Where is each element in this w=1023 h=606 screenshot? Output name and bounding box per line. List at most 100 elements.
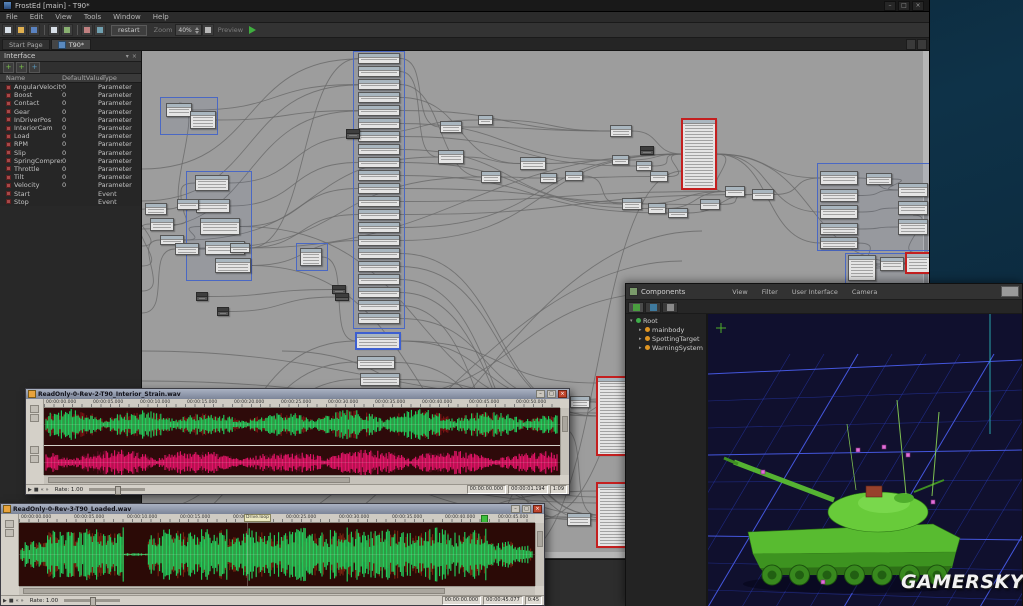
graph-node[interactable] <box>906 253 929 273</box>
gizmo-marker[interactable] <box>882 445 886 449</box>
graph-node[interactable] <box>440 121 462 133</box>
graph-node[interactable] <box>567 513 591 526</box>
graph-node[interactable] <box>166 103 192 117</box>
graph-node[interactable] <box>438 150 464 164</box>
graph-node[interactable] <box>540 173 557 183</box>
interface-row[interactable]: SpringCompression0Parameter <box>0 157 141 165</box>
graph-node[interactable] <box>358 53 400 64</box>
components-panel-button[interactable] <box>1001 286 1019 297</box>
menu-view[interactable]: View <box>49 13 78 21</box>
graph-node[interactable] <box>358 131 400 142</box>
toolbar-icon-2[interactable] <box>15 24 27 36</box>
graph-node[interactable] <box>358 144 400 155</box>
graph-node[interactable] <box>622 198 642 210</box>
graph-node[interactable] <box>700 199 720 210</box>
components-menu-filter[interactable]: Filter <box>755 288 785 296</box>
graph-node[interactable] <box>880 257 904 271</box>
components-menu-camera[interactable]: Camera <box>845 288 885 296</box>
graph-node[interactable] <box>360 373 400 386</box>
interface-row[interactable]: Throttle0Parameter <box>0 165 141 173</box>
panel-close-icon[interactable]: × <box>132 53 137 60</box>
graph-node[interactable] <box>358 196 400 207</box>
slider-thumb[interactable] <box>90 597 96 606</box>
graph-node[interactable] <box>150 218 174 231</box>
graph-node[interactable] <box>195 175 229 191</box>
graph-node[interactable] <box>346 129 360 139</box>
interface-row[interactable]: AngularVelocity0Parameter <box>0 83 141 91</box>
audio1-vscrollbar[interactable] <box>560 408 569 475</box>
audio1-rate-slider[interactable] <box>89 488 145 491</box>
toolbar-icon-4[interactable] <box>48 24 60 36</box>
graph-node[interactable] <box>217 307 229 316</box>
components-tab-2[interactable] <box>645 302 661 313</box>
zoom-select[interactable]: 40% <box>175 24 201 36</box>
graph-node[interactable] <box>898 219 928 235</box>
menu-edit[interactable]: Edit <box>24 13 50 21</box>
interface-row[interactable]: StopEvent <box>0 198 141 206</box>
interface-row[interactable]: Contact0Parameter <box>0 99 141 107</box>
scrollbar-thumb[interactable] <box>537 531 543 547</box>
components-tab-1[interactable] <box>628 302 644 313</box>
channel-mute-button[interactable] <box>30 455 39 463</box>
graph-node[interactable] <box>196 199 230 213</box>
channel-mute-button[interactable] <box>30 414 39 422</box>
gizmo-marker[interactable] <box>906 453 910 457</box>
scrollbar-thumb[interactable] <box>48 477 350 483</box>
graph-node[interactable] <box>357 356 395 369</box>
graph-node[interactable] <box>358 235 400 246</box>
gizmo-marker[interactable] <box>931 500 935 504</box>
tree-item-mainbody[interactable]: ▸mainbody <box>626 325 706 334</box>
graph-node[interactable] <box>356 333 400 349</box>
minimize-button[interactable]: – <box>884 1 896 11</box>
menu-window[interactable]: Window <box>107 13 147 21</box>
components-menu-view[interactable]: View <box>725 288 754 296</box>
restart-button[interactable]: restart <box>111 25 147 36</box>
menu-tools[interactable]: Tools <box>78 13 107 21</box>
graph-node[interactable] <box>300 248 322 266</box>
graph-node[interactable] <box>358 79 400 90</box>
close-button[interactable]: × <box>912 1 924 11</box>
interface-row[interactable]: StartEvent <box>0 189 141 197</box>
interface-panel-titlebar[interactable]: Interface ▾ × <box>0 51 141 62</box>
gizmo-marker[interactable] <box>761 470 765 474</box>
play-icon[interactable]: ▶ <box>3 597 7 605</box>
toolbar-icon-8[interactable] <box>202 24 214 36</box>
audio2-ruler[interactable]: Drive.loop 00:00:00.00000:00:05.00000:00… <box>19 514 535 523</box>
panel-menu-icon[interactable]: ▾ <box>126 53 129 60</box>
audio1-titlebar[interactable]: ReadOnly-0-Rev-2-T90_Interior_Strain.wav… <box>26 389 569 399</box>
graph-node[interactable] <box>358 118 400 129</box>
graph-node[interactable] <box>820 223 858 235</box>
add-item-button[interactable]: + <box>29 62 40 73</box>
audio1-ruler[interactable]: 00:00:00.00000:00:05.00000:00:10.00000:0… <box>44 399 560 408</box>
audio1-maximize-button[interactable]: □ <box>547 390 556 398</box>
scrollbar-thumb[interactable] <box>23 588 445 594</box>
interface-row[interactable]: InteriorCam0Parameter <box>0 124 141 132</box>
audio1-hscrollbar[interactable] <box>44 475 560 484</box>
audio2-minimize-button[interactable]: – <box>511 505 520 513</box>
graph-node[interactable] <box>820 205 858 219</box>
graph-node[interactable] <box>145 203 167 215</box>
gizmo-marker[interactable] <box>856 448 860 452</box>
graph-node[interactable] <box>898 183 928 197</box>
graph-node[interactable] <box>358 300 400 311</box>
interface-row[interactable]: Boost0Parameter <box>0 91 141 99</box>
main-titlebar[interactable]: FrostEd [main] - T90* – □ × <box>0 0 929 12</box>
graph-node[interactable] <box>725 186 745 197</box>
interface-row[interactable]: Load0Parameter <box>0 132 141 140</box>
tree-item-root[interactable]: ▾Root <box>626 316 706 325</box>
graph-node[interactable] <box>190 111 216 129</box>
tree-item-spottingtarget[interactable]: ▸SpottingTarget <box>626 334 706 343</box>
tab-t90[interactable]: T90* <box>51 39 92 50</box>
graph-node[interactable] <box>196 292 208 301</box>
tab-start-page[interactable]: Start Page <box>2 39 50 50</box>
graph-node[interactable] <box>200 218 240 235</box>
interface-row[interactable]: Gear0Parameter <box>0 108 141 116</box>
interface-row[interactable]: RPM0Parameter <box>0 140 141 148</box>
slider-thumb[interactable] <box>115 486 121 495</box>
graph-node[interactable] <box>520 157 546 170</box>
region-marker-tag[interactable]: Drive.loop <box>244 514 271 522</box>
audio2-rate-slider[interactable] <box>64 599 120 602</box>
toolbar-icon-5[interactable] <box>61 24 73 36</box>
tab-scroll-left-icon[interactable] <box>906 39 916 50</box>
graph-node[interactable] <box>358 287 400 298</box>
